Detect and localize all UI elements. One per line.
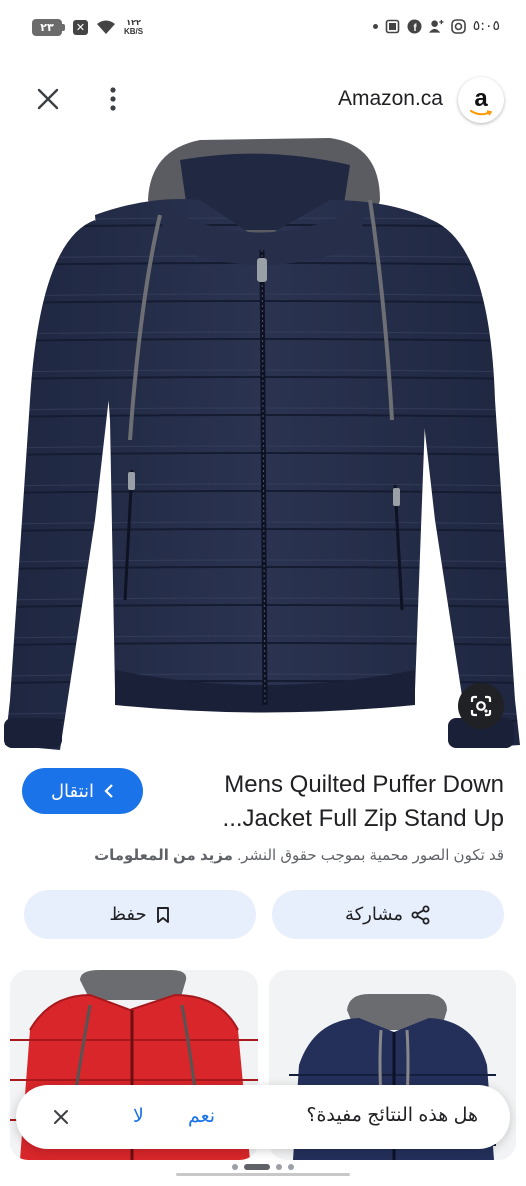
clock: ٥:٠٥: [472, 18, 500, 34]
feedback-close-button[interactable]: [48, 1104, 74, 1130]
facebook-icon: f: [407, 19, 422, 34]
share-icon: [411, 905, 430, 924]
instagram-icon: [450, 18, 466, 34]
jacket-illustration: [4, 138, 520, 750]
main-product-image[interactable]: [0, 133, 526, 755]
save-label: حفظ: [109, 904, 147, 924]
nav-handle-line: [176, 1173, 350, 1176]
status-left: ٢٣ ✕ ١٢٢ KB/S: [32, 18, 143, 36]
battery-level: ٢٣: [32, 18, 62, 36]
more-info-link[interactable]: مزيد من المعلومات: [94, 847, 233, 864]
feedback-bar: هل هذه النتائج مفيدة؟ نعم لا: [16, 1085, 510, 1149]
source-site-title[interactable]: Amazon.ca: [338, 87, 443, 111]
visit-button[interactable]: انتقال: [22, 768, 143, 814]
share-label: مشاركة: [344, 904, 404, 924]
close-button[interactable]: [30, 81, 66, 117]
visit-label: انتقال: [50, 780, 95, 801]
network-speed-value: ١٢٢: [126, 18, 141, 27]
share-button[interactable]: مشاركة: [272, 890, 504, 939]
gesture-navigation-bar[interactable]: [176, 1164, 350, 1176]
x-app-icon: ✕: [73, 19, 88, 35]
feedback-no-button[interactable]: لا: [133, 1105, 144, 1128]
status-right: f ٥:٠٥: [372, 18, 500, 34]
amazon-smile-icon: [470, 109, 492, 115]
page-dot: [288, 1164, 294, 1170]
more-vertical-icon: [110, 87, 116, 111]
feedback-yes-button[interactable]: نعم: [188, 1105, 215, 1128]
network-speed-unit: KB/S: [124, 27, 144, 36]
result-title[interactable]: Mens Quilted Puffer Down ...Jacket Full …: [164, 768, 504, 836]
copyright-text: قد تكون الصور محمية بموجب حقوق النشر.: [237, 847, 504, 864]
page-dot: [276, 1164, 282, 1170]
page-dot: [232, 1164, 238, 1170]
wifi-icon: [97, 20, 115, 34]
battery-icon: ٢٣: [32, 18, 65, 36]
chevron-left-icon: [104, 784, 113, 798]
user-add-icon: [428, 19, 444, 34]
dot-icon: [372, 23, 378, 29]
close-icon: [37, 88, 59, 110]
lens-icon: [470, 695, 492, 717]
result-title-line-2: ...Jacket Full Zip Stand Up: [222, 805, 504, 832]
feedback-question: هل هذه النتائج مفيدة؟: [306, 1105, 478, 1126]
status-bar: ٢٣ ✕ ١٢٢ KB/S f ٥:٠٥: [0, 0, 526, 58]
bookmark-icon: [156, 906, 169, 923]
page-dot-active: [244, 1164, 270, 1170]
copyright-note: قد تكون الصور محمية بموجب حقوق النشر. مز…: [22, 846, 504, 864]
close-icon: [54, 1110, 68, 1124]
result-title-line-1: Mens Quilted Puffer Down: [224, 771, 504, 798]
gallery-icon: [385, 19, 400, 34]
network-speed: ١٢٢ KB/S: [124, 18, 143, 36]
viewer-header: Amazon.ca a: [0, 75, 526, 123]
lens-search-button[interactable]: [458, 683, 504, 729]
save-button[interactable]: حفظ: [24, 890, 256, 939]
amazon-logo[interactable]: a: [458, 77, 504, 123]
logo-letter: a: [474, 84, 488, 112]
more-options-button[interactable]: [96, 81, 130, 117]
